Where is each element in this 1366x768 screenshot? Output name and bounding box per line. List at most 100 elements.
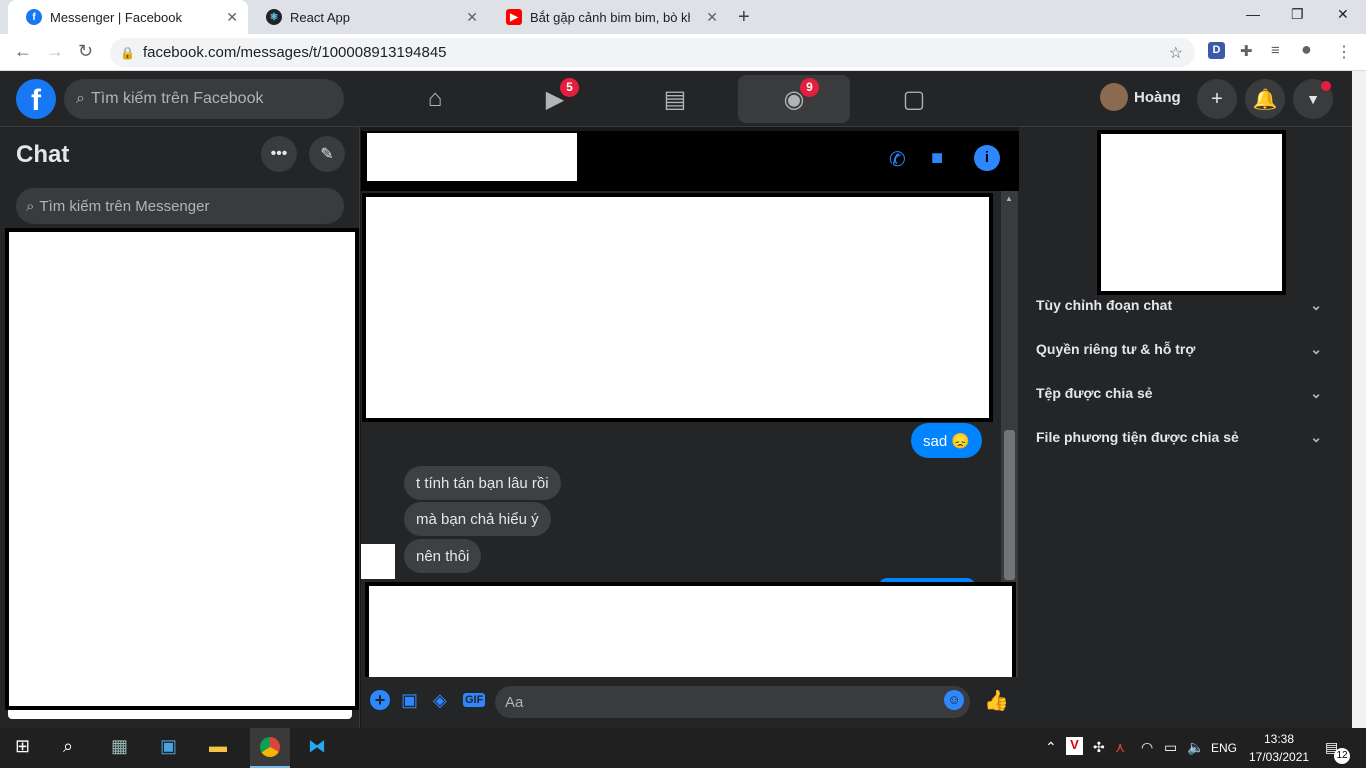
tab-title: React App — [290, 9, 350, 25]
tab-youtube[interactable]: ▶ Bắt gặp cảnh bim bim, bò khô ph ✕ — [488, 0, 728, 34]
close-icon[interactable]: ✕ — [466, 9, 478, 26]
facebook-logo-icon[interactable]: f — [16, 79, 56, 119]
search-placeholder: Tìm kiếm trên Facebook — [90, 90, 264, 107]
page-scrollbar[interactable] — [1352, 71, 1366, 728]
new-tab-button[interactable]: + — [738, 6, 750, 29]
groups-badge: 9 — [800, 78, 819, 97]
tab-react-app[interactable]: ⚛ React App ✕ — [248, 0, 488, 34]
new-message-button[interactable]: ✎ — [309, 136, 345, 172]
create-plus-button[interactable]: + — [1197, 79, 1237, 119]
minimize-icon[interactable]: — — [1246, 6, 1260, 22]
chevron-down-icon: ⌄ — [1310, 341, 1322, 357]
sticker-icon[interactable]: ◈ — [433, 690, 447, 711]
bookmark-star-icon[interactable]: ☆ — [1169, 43, 1183, 63]
video-call-icon[interactable]: ■ — [931, 147, 943, 170]
clock-date[interactable]: 17/03/2021 — [1249, 750, 1309, 764]
extension-d-icon[interactable]: D — [1208, 42, 1225, 59]
windows-taskbar: ⊞ ⌕ ▦ ▣ ▬ ⧓ ⌃ V ✣ ⋏ ◠ ▭ 🔈 ENG 13:38 17/0… — [0, 728, 1366, 768]
youtube-favicon-icon: ▶ — [506, 9, 522, 25]
watch-badge: 5 — [560, 78, 579, 97]
chrome-icon — [260, 737, 280, 757]
gaming-nav-icon[interactable]: ▢ — [858, 75, 970, 123]
wifi-icon[interactable]: ◠ — [1141, 739, 1153, 756]
accordion-shared-media[interactable]: File phương tiện được chia sẻ ⌄ — [1036, 429, 1336, 445]
reload-icon[interactable]: ↻ — [78, 41, 93, 62]
watch-nav-icon[interactable]: ▶ 5 — [499, 75, 611, 123]
message-bubble-in: nên thôi — [404, 539, 482, 573]
window-close-icon[interactable]: ✕ — [1337, 6, 1349, 23]
marketplace-nav-icon[interactable]: ▤ — [619, 75, 731, 123]
close-icon[interactable]: ✕ — [706, 9, 718, 26]
tab-messenger[interactable]: f Messenger | Facebook ✕ — [8, 0, 248, 34]
notifications-bell-button[interactable]: 🔔 — [1245, 79, 1285, 119]
profile-icon[interactable]: ● — [1301, 39, 1312, 60]
file-explorer-icon[interactable]: ▬ — [209, 736, 227, 757]
message-placeholder: Aa — [505, 693, 524, 711]
message-input[interactable]: Aa — [495, 686, 970, 718]
chat-title: Chat — [16, 141, 70, 168]
search-icon: ⌕ — [26, 197, 35, 215]
phone-call-icon[interactable]: ✆ — [889, 147, 906, 172]
windows-start-icon[interactable]: ⊞ — [15, 736, 30, 757]
search-icon[interactable]: ⌕ — [63, 736, 73, 757]
unikey-icon[interactable]: V — [1066, 737, 1083, 755]
tray-app-icon[interactable]: ✣ — [1093, 739, 1105, 756]
more-actions-plus-icon[interactable]: + — [370, 690, 390, 710]
facebook-topnav: f ⌕ Tìm kiếm trên Facebook ⌂ ▶ 5 ▤ ◉ 9 ▢… — [0, 71, 1352, 127]
extensions-puzzle-icon[interactable]: ✚ — [1240, 42, 1253, 60]
info-icon[interactable]: i — [974, 145, 1000, 171]
profile-link[interactable]: Hoàng — [1100, 83, 1181, 111]
tab-title: Messenger | Facebook — [50, 9, 182, 25]
chevron-down-icon: ⌄ — [1310, 385, 1322, 401]
conversation-header: ✆ ■ i — [361, 131, 1019, 191]
scroll-up-arrow-icon[interactable]: ▲ — [1005, 194, 1013, 203]
redacted-contact-name — [367, 133, 577, 181]
redacted-avatar — [361, 544, 395, 579]
redacted-profile-card — [1097, 130, 1286, 295]
close-icon[interactable]: ✕ — [226, 9, 238, 26]
messenger-search-input[interactable]: ⌕ Tìm kiếm trên Messenger — [16, 188, 344, 224]
volume-icon[interactable]: 🔈 — [1187, 739, 1204, 756]
media-control-icon[interactable]: ≡ — [1271, 42, 1280, 59]
clock-time[interactable]: 13:38 — [1264, 732, 1294, 746]
redacted-chat-list-edge — [8, 710, 352, 719]
address-bar[interactable]: 🔒 facebook.com/messages/t/10000891319484… — [110, 38, 1195, 67]
url-text: facebook.com/messages/t/100008913194845 — [142, 44, 447, 61]
notification-count: 12 — [1334, 748, 1350, 764]
emoji-icon[interactable]: ☺ — [944, 690, 964, 710]
home-nav-icon[interactable]: ⌂ — [379, 75, 491, 123]
search-icon: ⌕ — [76, 90, 85, 107]
profile-name: Hoàng — [1134, 88, 1181, 106]
accordion-privacy-support[interactable]: Quyền riêng tư & hỗ trợ ⌄ — [1036, 341, 1336, 357]
task-view-app-icon[interactable]: ▦ — [111, 736, 128, 757]
tray-network-tool-icon[interactable]: ⋏ — [1115, 739, 1125, 756]
chat-options-button[interactable]: ••• — [261, 136, 297, 172]
forward-icon[interactable]: → — [46, 41, 64, 62]
redacted-message-block — [365, 582, 1016, 690]
vscode-icon[interactable]: ⧓ — [308, 736, 326, 757]
menu-dots-icon[interactable]: ⋮ — [1336, 42, 1352, 62]
chrome-taskbar-button[interactable] — [250, 728, 290, 768]
maximize-icon[interactable]: ❐ — [1291, 6, 1304, 23]
browser-toolbar: ← → ↻ 🔒 facebook.com/messages/t/10000891… — [0, 34, 1366, 71]
language-indicator[interactable]: ENG — [1211, 741, 1237, 755]
attach-photo-icon[interactable]: ▣ — [401, 690, 418, 711]
chevron-down-icon: ⌄ — [1310, 297, 1322, 313]
gif-icon[interactable]: GIF — [463, 693, 486, 707]
back-icon[interactable]: ← — [14, 41, 32, 62]
accordion-customize-chat[interactable]: Tùy chỉnh đoạn chat ⌄ — [1036, 297, 1336, 313]
thread-scroll-thumb[interactable] — [1004, 430, 1015, 580]
facebook-favicon-icon: f — [26, 9, 42, 25]
message-bubble-in: t tính tán bạn lâu rồi — [404, 466, 561, 500]
thumbs-up-icon[interactable]: 👍 — [984, 688, 1009, 713]
facebook-search-input[interactable]: ⌕ Tìm kiếm trên Facebook — [64, 79, 344, 119]
avatar — [1100, 83, 1128, 111]
accordion-shared-files[interactable]: Tệp được chia sẻ ⌄ — [1036, 385, 1336, 401]
battery-icon[interactable]: ▭ — [1164, 739, 1177, 756]
redacted-message-block — [362, 193, 993, 422]
chevron-down-icon: ⌄ — [1310, 429, 1322, 445]
notification-dot — [1321, 81, 1331, 91]
control-panel-icon[interactable]: ▣ — [160, 736, 177, 757]
tray-expand-icon[interactable]: ⌃ — [1045, 739, 1057, 756]
groups-nav-icon[interactable]: ◉ 9 — [738, 75, 850, 123]
